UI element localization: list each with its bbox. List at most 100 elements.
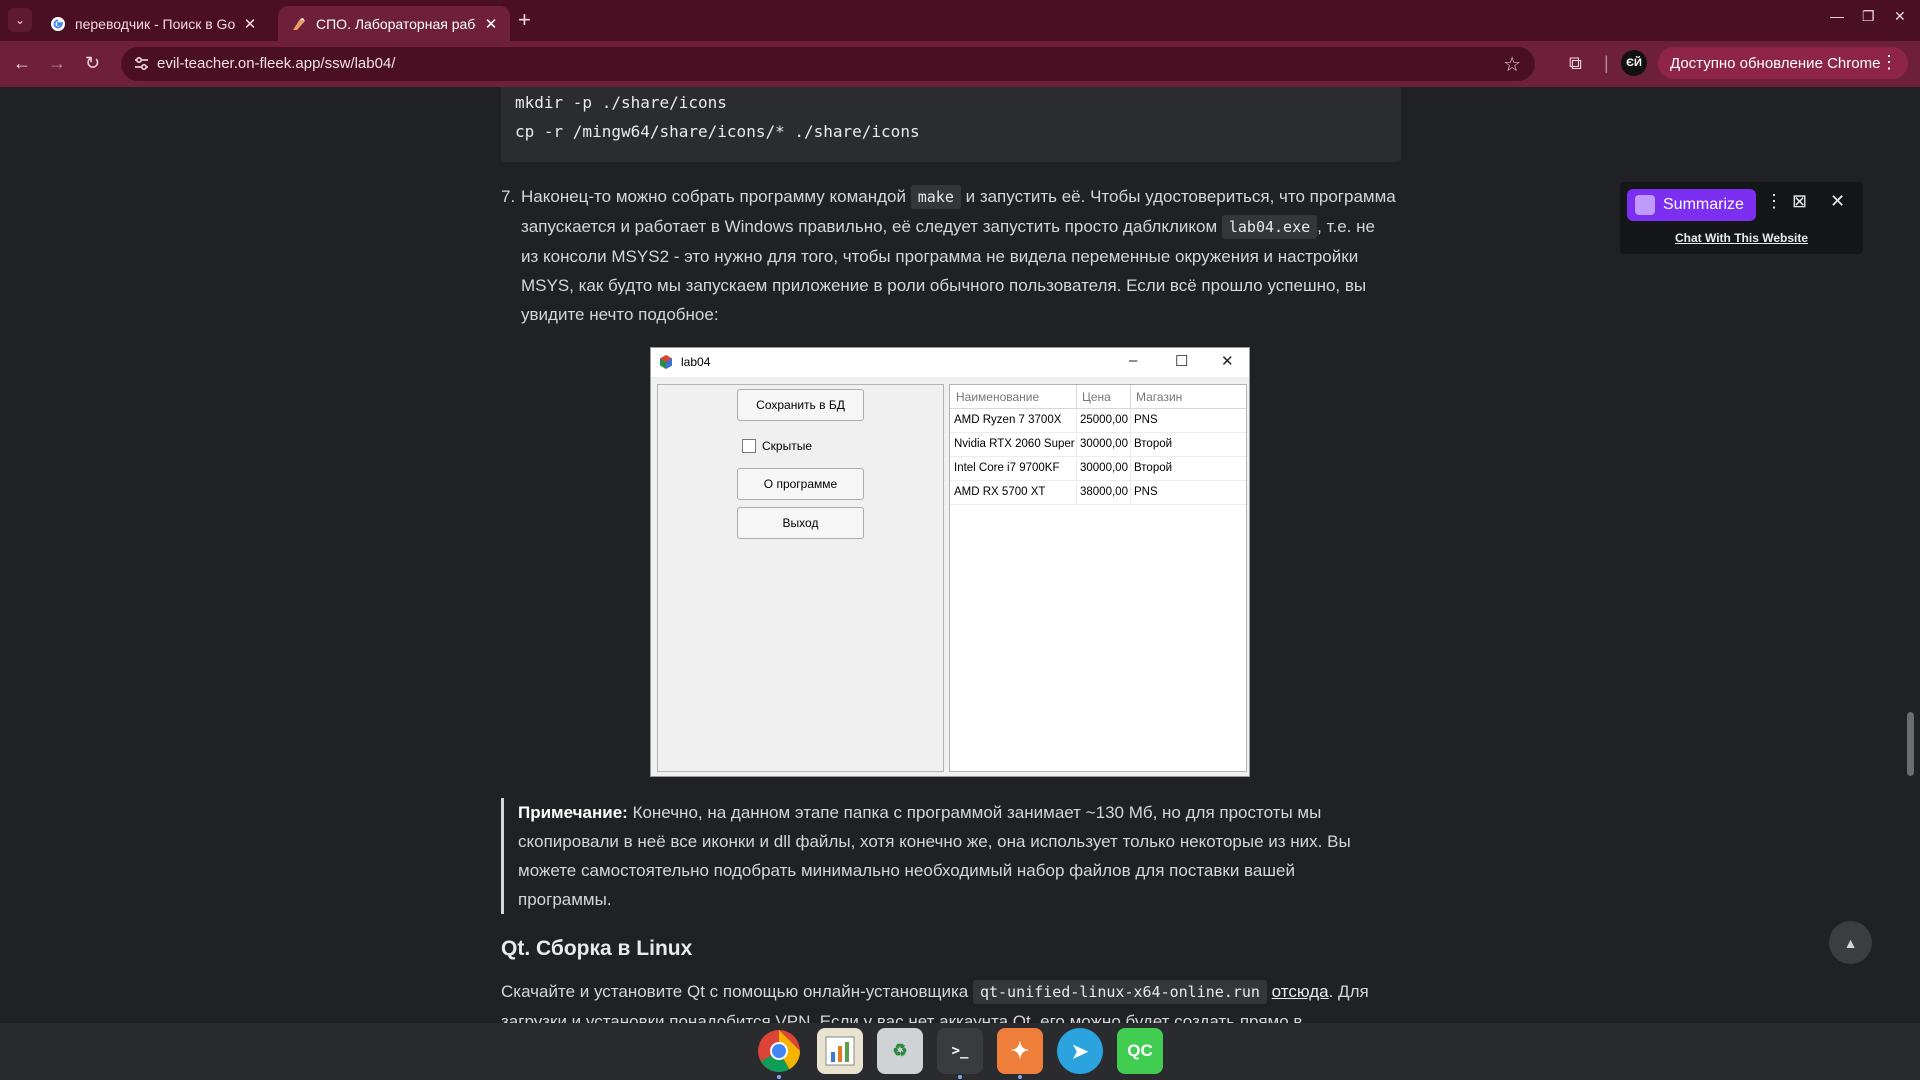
chrome-update-button[interactable]: Доступно обновление Chrome ⋮ <box>1658 47 1908 79</box>
cell: 38000,00 <box>1080 486 1128 498</box>
cell: PNS <box>1134 486 1158 498</box>
google-icon <box>49 15 66 32</box>
note-line-4: программы. <box>518 890 612 909</box>
app-icon[interactable]: ✦ <box>997 1028 1043 1074</box>
table-row: Nvidia RTX 2060 Super 30000,00 Второй <box>950 433 1246 457</box>
tab-lab-page[interactable]: СПО. Лабораторная работа ✕ <box>278 6 510 41</box>
bookmark-star-icon[interactable]: ☆ <box>1503 52 1521 77</box>
qtcreator-label: QC <box>1127 1041 1153 1060</box>
text: , т.е. не <box>1317 217 1375 236</box>
taskbar: ♻ >_ ✦ ➤ QC <box>0 1023 1920 1080</box>
checkbox-box <box>742 439 756 453</box>
more-vert-icon[interactable]: ⋮ <box>1880 52 1898 73</box>
column-header: Магазин <box>1136 390 1183 404</box>
text: запускается и работает в Windows правиль… <box>521 217 1218 236</box>
site-info-icon[interactable] <box>133 55 150 72</box>
inline-code-installer: qt-unified-linux-x64-online.run <box>972 980 1267 1004</box>
site-icon <box>290 15 307 32</box>
chat-with-website-link[interactable]: Chat With This Website <box>1675 231 1808 245</box>
hidden-checkbox: Скрытые <box>742 439 812 453</box>
text: Конечно, на данном этапе папка с програм… <box>632 803 1322 822</box>
trash-icon[interactable]: ♻ <box>877 1028 923 1074</box>
url-text: evil-teacher.on-fleek.app/ssw/lab04/ <box>157 55 396 72</box>
table-row: AMD RX 5700 XT 38000,00 PNS <box>950 481 1246 505</box>
close-icon[interactable]: ✕ <box>1830 191 1845 212</box>
note-blockquote: Примечание: Конечно, на данном этапе пап… <box>501 798 1401 914</box>
hide-widget-icon[interactable]: ⊠ <box>1792 191 1807 212</box>
telegram-icon[interactable]: ➤ <box>1057 1028 1103 1074</box>
exit-button: Выход <box>737 507 864 539</box>
spreadsheet-icon[interactable] <box>817 1028 863 1074</box>
reload-icon[interactable]: ↻ <box>85 53 100 73</box>
note-line-2: скопировали в неё все иконки и dll файлы… <box>518 832 1351 851</box>
address-bar[interactable]: evil-teacher.on-fleek.app/ssw/lab04/ ☆ <box>121 47 1535 81</box>
arrow-up-icon: ▲ <box>1843 934 1858 951</box>
qt-table: Наименование Цена Магазин AMD Ryzen 7 37… <box>949 384 1247 772</box>
qt-window-screenshot: lab04 – ☐ ✕ Сохранить в БД Скрытые О про… <box>650 347 1250 777</box>
section-heading: Qt. Сборка в Linux <box>501 937 693 960</box>
note-label: Примечание: <box>518 803 628 822</box>
summarize-button[interactable]: Summarize <box>1627 189 1756 221</box>
profile-avatar[interactable]: ЄЙ <box>1621 50 1647 76</box>
cell: 30000,00 <box>1080 438 1128 450</box>
cell: 30000,00 <box>1080 462 1128 474</box>
text: и запустить её. Чтобы удостовериться, чт… <box>965 187 1396 206</box>
new-tab-icon[interactable]: + <box>518 9 531 31</box>
column-header: Наименование <box>956 390 1040 404</box>
terminal-icon[interactable]: >_ <box>937 1028 983 1074</box>
save-to-db-button: Сохранить в БД <box>737 389 864 421</box>
cell: PNS <box>1134 414 1158 426</box>
summarize-logo-icon <box>1635 195 1655 215</box>
tab-title: СПО. Лабораторная работа <box>316 15 476 32</box>
text: Скачайте и установите Qt с помощью онлай… <box>501 982 969 1001</box>
cell: Intel Core i7 9700KF <box>954 462 1060 474</box>
profile-initials: ЄЙ <box>1626 57 1642 69</box>
step-7-line-3: из консоли MSYS2 - это нужно для того, ч… <box>521 247 1359 266</box>
step-7-line-4: MSYS, как будто мы запускаем приложение … <box>521 276 1367 295</box>
qt-window-title: lab04 <box>681 355 711 369</box>
summarize-widget: Summarize ⋮ ⊠ ✕ Chat With This Website <box>1620 182 1863 254</box>
forward-icon[interactable]: → <box>48 53 66 73</box>
code-line: mkdir -p ./share/icons <box>515 93 727 112</box>
chevron-down-icon: ⌄ <box>14 13 26 27</box>
back-icon[interactable]: ← <box>13 53 31 73</box>
chrome-icon[interactable] <box>756 1028 802 1074</box>
tab-search-button[interactable]: ⌄ <box>8 8 32 32</box>
cell: Nvidia RTX 2060 Super <box>954 438 1075 450</box>
cell: AMD Ryzen 7 3700X <box>954 414 1062 426</box>
checkbox-label: Скрытые <box>762 439 813 453</box>
update-label: Доступно обновление Chrome <box>1670 54 1881 72</box>
close-icon[interactable]: ✕ <box>482 15 500 33</box>
download-link[interactable]: отсюда <box>1272 982 1329 1001</box>
code-line: cp -r /mingw64/share/icons/* ./share/ico… <box>515 122 920 141</box>
qt-left-panel: Сохранить в БД Скрытые О программе Выход <box>657 384 944 772</box>
maximize-icon: ☐ <box>1175 353 1189 370</box>
qtcreator-icon[interactable]: QC <box>1117 1028 1163 1074</box>
text: . Для <box>1328 982 1369 1001</box>
cell: Второй <box>1134 462 1173 474</box>
tab-strip: ⌄ переводчик - Поиск в Goog ✕ СПО. Лабор… <box>0 0 1920 41</box>
extensions-icon[interactable]: ⧉ <box>1569 53 1582 74</box>
step-7-line-5: увидите нечто подобное: <box>521 305 719 324</box>
close-icon[interactable]: ✕ <box>241 15 259 33</box>
cell: AMD RX 5700 XT <box>954 486 1046 498</box>
install-line-1: Скачайте и установите Qt с помощью онлай… <box>501 977 1401 1007</box>
scrollbar-thumb[interactable] <box>1907 712 1914 776</box>
table-header: Наименование Цена Магазин <box>950 385 1246 409</box>
tab-title: переводчик - Поиск в Goog <box>75 15 235 32</box>
column-header: Цена <box>1082 390 1111 404</box>
inline-code-make: make <box>910 185 961 209</box>
restore-icon[interactable]: ❐ <box>1862 8 1875 25</box>
minimize-icon: – <box>1129 352 1138 369</box>
close-window-icon[interactable]: ✕ <box>1894 8 1906 25</box>
inline-code-exe: lab04.exe <box>1221 215 1318 239</box>
close-icon: ✕ <box>1221 353 1234 370</box>
about-button: О программе <box>737 468 864 500</box>
minimize-icon[interactable]: — <box>1830 8 1844 24</box>
more-vert-icon[interactable]: ⋮ <box>1765 191 1783 212</box>
list-number: 7. <box>501 187 516 206</box>
note-line-1: Примечание: Конечно, на данном этапе пап… <box>518 798 1401 827</box>
summarize-label: Summarize <box>1663 196 1744 213</box>
tab-google-search[interactable]: переводчик - Поиск в Goog ✕ <box>37 6 269 41</box>
scroll-to-top-button[interactable]: ▲ <box>1829 921 1872 964</box>
